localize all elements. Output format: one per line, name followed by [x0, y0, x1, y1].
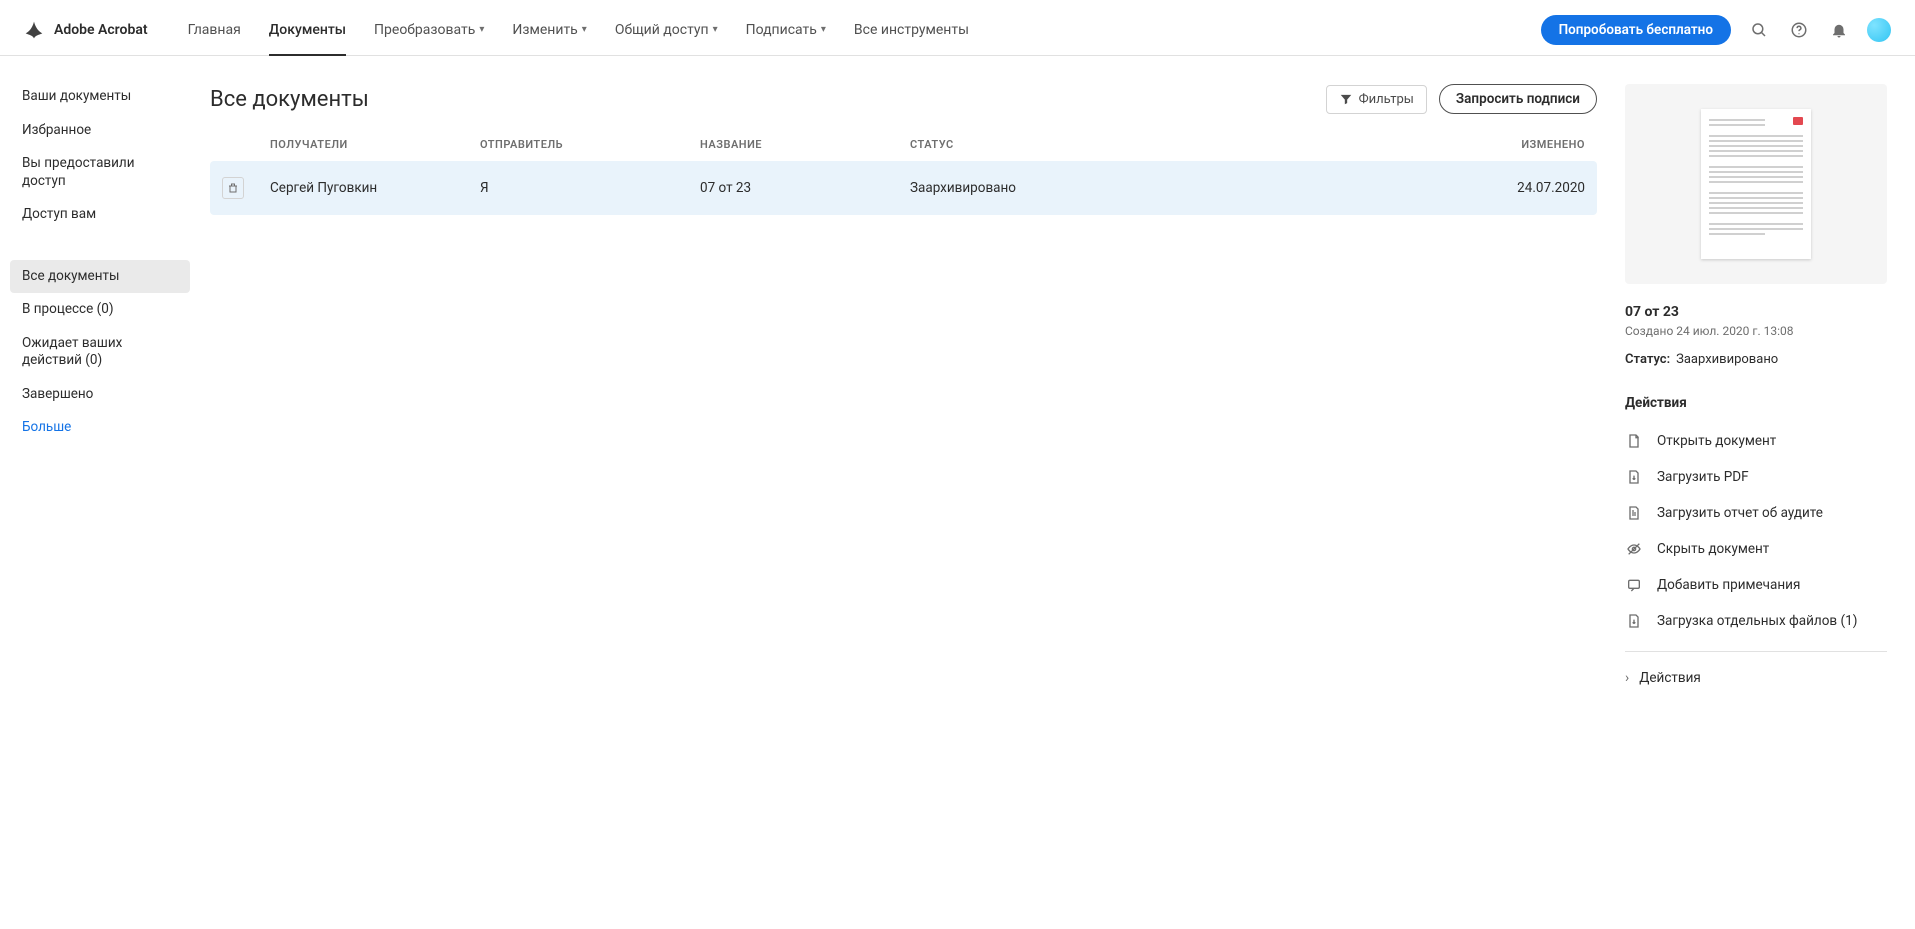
sidebar-item-all-docs[interactable]: Все документы — [10, 260, 190, 294]
nav-sign-label: Подписать — [746, 22, 817, 38]
filters-label: Фильтры — [1359, 92, 1414, 107]
chevron-down-icon: ▾ — [479, 24, 484, 35]
action-label: Загрузить PDF — [1657, 469, 1749, 485]
chevron-down-icon: ▾ — [821, 24, 826, 35]
details-panel: 07 от 23 Создано 24 июл. 2020 г. 13:08 С… — [1625, 56, 1915, 929]
table-header: ПОЛУЧАТЕЛИ ОТПРАВИТЕЛЬ НАЗВАНИЕ СТАТУС И… — [210, 138, 1597, 161]
action-open-document[interactable]: Открыть документ — [1625, 423, 1887, 459]
thumbnail-page — [1701, 109, 1811, 259]
download-pdf-icon — [1625, 468, 1643, 486]
details-doc-title: 07 от 23 — [1625, 304, 1887, 320]
bell-icon[interactable] — [1827, 18, 1851, 42]
search-icon[interactable] — [1747, 18, 1771, 42]
cell-title: 07 от 23 — [700, 180, 910, 196]
nav-documents[interactable]: Документы — [269, 4, 346, 55]
eye-off-icon — [1625, 540, 1643, 558]
sidebar-item-shared-with-you[interactable]: Доступ вам — [10, 198, 190, 232]
col-header-changed: ИЗМЕНЕНО — [1465, 138, 1585, 151]
nav-home[interactable]: Главная — [188, 4, 241, 55]
action-hide-document[interactable]: Скрыть документ — [1625, 531, 1887, 567]
chevron-down-icon: ▾ — [582, 24, 587, 35]
chevron-down-icon: ▾ — [713, 24, 718, 35]
table-row[interactable]: Сергей Пуговкин Я 07 от 23 Заархивирован… — [210, 161, 1597, 215]
page-header: Все документы Фильтры Запросить подписи — [210, 84, 1597, 114]
actions-section-label: Действия — [1625, 395, 1887, 411]
document-icon — [1625, 432, 1643, 450]
action-label: Загрузить отчет об аудите — [1657, 505, 1823, 521]
download-files-icon — [1625, 612, 1643, 630]
nav-home-label: Главная — [188, 22, 241, 38]
request-signatures-button[interactable]: Запросить подписи — [1439, 84, 1597, 114]
action-download-audit[interactable]: Загрузить отчет об аудите — [1625, 495, 1887, 531]
action-label: Скрыть документ — [1657, 541, 1769, 557]
nav-share-label: Общий доступ — [615, 22, 709, 38]
sidebar-item-more[interactable]: Больше — [10, 411, 190, 445]
documents-table: ПОЛУЧАТЕЛИ ОТПРАВИТЕЛЬ НАЗВАНИЕ СТАТУС И… — [210, 138, 1597, 215]
sidebar-group-2: Все документы В процессе (0) Ожидает ваш… — [10, 260, 190, 445]
expand-actions-label: Действия — [1639, 670, 1701, 686]
sidebar-item-favorites[interactable]: Избранное — [10, 114, 190, 148]
action-download-pdf[interactable]: Загрузить PDF — [1625, 459, 1887, 495]
details-status-value: Заархивировано — [1676, 352, 1778, 367]
sidebar-item-your-docs[interactable]: Ваши документы — [10, 80, 190, 114]
details-status-label: Статус: — [1625, 352, 1670, 367]
row-icon-cell — [222, 177, 270, 199]
filter-icon — [1339, 92, 1353, 106]
expand-actions[interactable]: › Действия — [1625, 664, 1887, 692]
action-label: Добавить примечания — [1657, 577, 1800, 593]
sidebar-group-1: Ваши документы Избранное Вы предоставили… — [10, 80, 190, 232]
nav-documents-label: Документы — [269, 22, 346, 38]
col-header-recipients: ПОЛУЧАТЕЛИ — [270, 138, 480, 151]
sidebar-item-in-progress[interactable]: В процессе (0) — [10, 293, 190, 327]
sidebar-item-completed[interactable]: Завершено — [10, 378, 190, 412]
col-header-status: СТАТУС — [910, 138, 1465, 151]
logo-block: Adobe Acrobat — [24, 20, 148, 40]
action-download-files[interactable]: Загрузка отдельных файлов (1) — [1625, 603, 1887, 639]
nav-share[interactable]: Общий доступ ▾ — [615, 4, 718, 55]
main-content: Все документы Фильтры Запросить подписи … — [200, 56, 1625, 929]
sidebar: Ваши документы Избранное Вы предоставили… — [0, 56, 200, 929]
cell-changed: 24.07.2020 — [1465, 180, 1585, 196]
help-icon[interactable] — [1787, 18, 1811, 42]
col-header-sender: ОТПРАВИТЕЛЬ — [480, 138, 700, 151]
nav-sign[interactable]: Подписать ▾ — [746, 4, 826, 55]
note-icon — [1625, 576, 1643, 594]
download-audit-icon — [1625, 504, 1643, 522]
action-add-notes[interactable]: Добавить примечания — [1625, 567, 1887, 603]
nav-all-tools[interactable]: Все инструменты — [854, 4, 969, 55]
page-title: Все документы — [210, 87, 1314, 112]
details-created: Создано 24 июл. 2020 г. 13:08 — [1625, 324, 1887, 338]
cell-status: Заархивировано — [910, 180, 1465, 196]
avatar[interactable] — [1867, 18, 1891, 42]
cell-recipients: Сергей Пуговкин — [270, 180, 480, 196]
divider — [1625, 651, 1887, 652]
nav-convert[interactable]: Преобразовать ▾ — [374, 4, 484, 55]
top-nav: Главная Документы Преобразовать ▾ Изменит… — [188, 4, 969, 55]
nav-all-tools-label: Все инструменты — [854, 22, 969, 38]
action-label: Загрузка отдельных файлов (1) — [1657, 613, 1857, 629]
nav-edit-label: Изменить — [512, 22, 577, 38]
try-free-button[interactable]: Попробовать бесплатно — [1541, 15, 1731, 45]
sidebar-item-awaiting[interactable]: Ожидает ваших действий (0) — [10, 327, 190, 378]
app-name: Adobe Acrobat — [54, 22, 148, 38]
sidebar-item-you-shared[interactable]: Вы предоставили доступ — [10, 147, 190, 198]
action-label: Открыть документ — [1657, 433, 1776, 449]
chevron-right-icon: › — [1625, 670, 1629, 686]
topbar: Adobe Acrobat Главная Документы Преобраз… — [0, 0, 1915, 56]
details-status: Статус: Заархивировано — [1625, 352, 1887, 367]
col-header-title: НАЗВАНИЕ — [700, 138, 910, 151]
filters-button[interactable]: Фильтры — [1326, 85, 1427, 114]
archive-icon — [222, 177, 244, 199]
document-thumbnail[interactable] — [1625, 84, 1887, 284]
acrobat-logo-icon — [24, 20, 44, 40]
cell-sender: Я — [480, 180, 700, 196]
nav-convert-label: Преобразовать — [374, 22, 475, 38]
nav-edit[interactable]: Изменить ▾ — [512, 4, 586, 55]
